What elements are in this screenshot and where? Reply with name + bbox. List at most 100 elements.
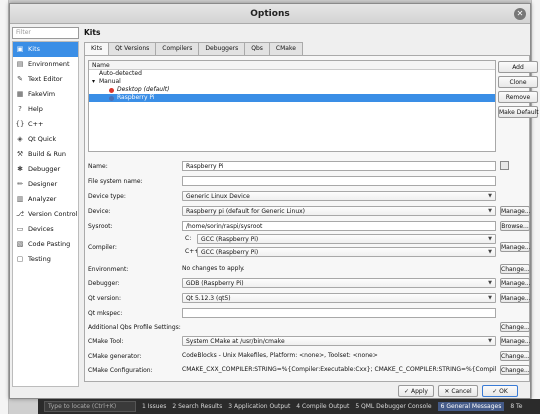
device-type-label: Device type: <box>88 193 126 200</box>
cpp-compiler-select[interactable]: GCC (Raspberry Pi) ▼ <box>197 247 496 257</box>
cmake-configuration-change-button[interactable]: Change... <box>500 365 530 375</box>
tab-compilers[interactable]: Compilers <box>155 42 200 55</box>
kit-icon-button[interactable] <box>500 161 509 170</box>
tree-item-desktop[interactable]: Desktop (default) <box>89 86 495 94</box>
environment-icon: ▤ <box>16 60 24 68</box>
sidebar-item-label: FakeVim <box>28 90 56 98</box>
cpp-compiler-value: GCC (Raspberry Pi) <box>201 249 259 256</box>
sidebar-item-fakevim[interactable]: ▦ FakeVim <box>13 87 78 102</box>
qt-version-label: Qt version: <box>88 295 121 302</box>
application-output-tab[interactable]: 3 Application Output <box>228 403 290 410</box>
tree-item-label: Desktop (default) <box>117 86 170 93</box>
kits-tree[interactable]: Name Auto-detected ▾ Manual Desktop (defa… <box>88 60 496 152</box>
qt-version-select[interactable]: Qt 5.12.3 (qt5) ▼ <box>182 293 496 303</box>
device-type-select[interactable]: Generic Linux Device ▼ <box>182 191 496 201</box>
sidebar-item-testing[interactable]: ▢ Testing <box>13 252 78 267</box>
cancel-button[interactable]: ✕ Cancel <box>438 385 478 397</box>
tree-item-manual[interactable]: ▾ Manual <box>89 78 495 86</box>
build-run-icon: ⚒ <box>16 150 24 158</box>
debugger-manage-button[interactable]: Manage... <box>500 278 531 288</box>
sidebar-item-text-editor[interactable]: ✎ Text Editor <box>13 72 78 87</box>
qt-version-value: Qt 5.12.3 (qt5) <box>186 295 231 302</box>
check-icon: ✓ <box>404 388 410 395</box>
ok-label: OK <box>499 388 508 395</box>
filter-input[interactable]: Filter <box>12 27 79 39</box>
tab-kits[interactable]: Kits <box>84 42 110 56</box>
tab-qbs[interactable]: Qbs <box>244 42 270 55</box>
ok-button[interactable]: ✓ OK <box>482 385 518 397</box>
tree-item-raspberry-pi[interactable]: Raspberry Pi <box>89 94 495 102</box>
compile-output-tab[interactable]: 4 Compile Output <box>296 403 349 410</box>
tree-header: Name <box>89 61 495 70</box>
issues-tab[interactable]: 1 Issues <box>142 403 166 410</box>
remove-button[interactable]: Remove <box>498 91 538 103</box>
qbs-change-button[interactable]: Change... <box>500 322 530 332</box>
device-type-value: Generic Linux Device <box>186 193 250 200</box>
device-select[interactable]: Raspberry pi (default for Generic Linux)… <box>182 206 496 216</box>
analyzer-icon: ▥ <box>16 195 24 203</box>
sidebar-item-help[interactable]: ? Help <box>13 102 78 117</box>
designer-icon: ✏ <box>17 180 23 188</box>
sidebar-item-label: Qt Quick <box>28 135 57 143</box>
qml-debugger-console-tab[interactable]: 5 QML Debugger Console <box>355 403 431 410</box>
sidebar-item-debugger[interactable]: ✱ Debugger <box>13 162 78 177</box>
device-manage-button[interactable]: Manage... <box>500 206 531 216</box>
apply-button[interactable]: ✓ Apply <box>398 385 434 397</box>
fs-name-label: File system name: <box>88 178 143 185</box>
c-compiler-select[interactable]: GCC (Raspberry Pi) ▼ <box>197 234 496 244</box>
c-compiler-label: C: <box>185 235 192 242</box>
page-title: Kits <box>84 28 101 37</box>
tab-qt-versions[interactable]: Qt Versions <box>108 42 157 55</box>
tree-item-auto-detected[interactable]: Auto-detected <box>89 70 495 78</box>
sidebar-item-label: Text Editor <box>28 75 63 83</box>
cmake-generator-change-button[interactable]: Change... <box>500 351 530 361</box>
error-icon <box>109 87 114 93</box>
sidebar-item-code-pasting[interactable]: ▧ Code Pasting <box>13 237 78 252</box>
chevron-down-icon: ▼ <box>488 338 492 344</box>
search-results-tab[interactable]: 2 Search Results <box>172 403 222 410</box>
sidebar-item-version-control[interactable]: ⎇ Version Control <box>13 207 78 222</box>
environment-change-button[interactable]: Change... <box>500 264 530 274</box>
kit-actions: Add Clone Remove Make Default <box>498 61 539 121</box>
sidebar-item-designer[interactable]: ✏ Designer <box>13 177 78 192</box>
name-label: Name: <box>88 163 108 170</box>
sidebar-item-build-run[interactable]: ⚒ Build & Run <box>13 147 78 162</box>
sidebar-item-qt-quick[interactable]: ◈ Qt Quick <box>13 132 78 147</box>
sidebar-item-label: Code Pasting <box>28 240 71 248</box>
clone-button[interactable]: Clone <box>498 76 538 88</box>
cmake-configuration-label: CMake Configuration: <box>88 367 153 374</box>
fakevim-icon: ▦ <box>16 90 24 98</box>
sidebar-item-cpp[interactable]: {} C++ <box>13 117 78 132</box>
test-results-tab[interactable]: 8 Te <box>510 403 522 410</box>
cmake-tool-manage-button[interactable]: Manage... <box>500 336 531 346</box>
tree-item-label: Manual <box>99 78 121 85</box>
sidebar-item-environment[interactable]: ▤ Environment <box>13 57 78 72</box>
sidebar-item-label: Testing <box>28 255 51 263</box>
sidebar-item-kits[interactable]: ▣ Kits <box>13 42 78 57</box>
sidebar-item-devices[interactable]: ▭ Devices <box>13 222 78 237</box>
options-dialog: Options ✕ Filter ▣ Kits ▤ Environment ✎ Tex… <box>9 3 539 399</box>
compiler-manage-button[interactable]: Manage... <box>500 242 531 252</box>
title-bar: Options ✕ <box>10 4 530 24</box>
c-compiler-value: GCC (Raspberry Pi) <box>201 236 259 243</box>
sidebar-item-analyzer[interactable]: ▥ Analyzer <box>13 192 78 207</box>
sysroot-browse-button[interactable]: Browse... <box>500 221 530 231</box>
qt-version-manage-button[interactable]: Manage... <box>500 293 531 303</box>
add-button[interactable]: Add <box>498 61 538 73</box>
chevron-down-icon: ▼ <box>488 249 492 255</box>
background-window-left <box>0 0 9 414</box>
code-pasting-icon: ▧ <box>16 240 24 248</box>
debugger-select[interactable]: GDB (Raspberry Pi) ▼ <box>182 278 496 288</box>
locator-input[interactable]: Type to locate (Ctrl+K) <box>44 401 136 412</box>
close-button[interactable]: ✕ <box>514 8 526 20</box>
cmake-tool-select[interactable]: System CMake at /usr/bin/cmake ▼ <box>182 336 496 346</box>
tab-cmake[interactable]: CMake <box>268 42 303 55</box>
expand-icon[interactable]: ▾ <box>92 78 99 86</box>
fs-name-field[interactable] <box>182 176 496 186</box>
sysroot-field[interactable]: /home/sorin/raspi/sysroot <box>182 221 496 231</box>
qt-mkspec-field[interactable] <box>182 308 496 318</box>
name-field[interactable]: Raspberry Pi <box>182 161 496 171</box>
tab-debuggers[interactable]: Debuggers <box>198 42 246 55</box>
general-messages-tab[interactable]: 6 General Messages <box>437 402 505 411</box>
make-default-button[interactable]: Make Default <box>498 106 539 118</box>
